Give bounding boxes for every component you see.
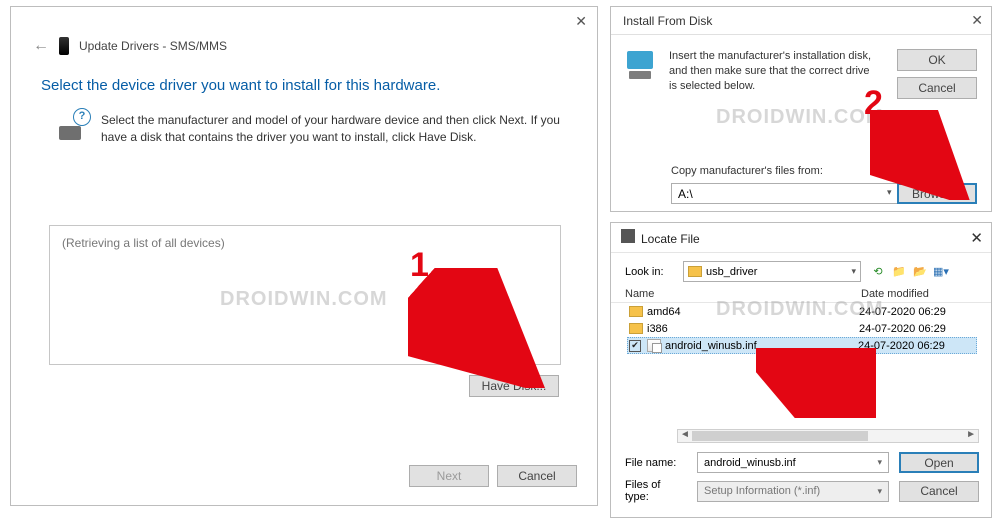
folder-icon [688,266,702,277]
file-date: 24-07-2020 06:29 [858,340,974,352]
copy-from-label: Copy manufacturer's files from: [671,165,823,177]
device-icon [59,37,69,55]
file-date: 24-07-2020 06:29 [859,323,975,335]
back-tool-icon[interactable]: ⟲ [869,263,887,281]
install-from-disk-dialog: Install From Disk ✕ Insert the manufactu… [610,6,992,212]
view-menu-icon[interactable]: ▦▾ [932,263,950,281]
path-input[interactable] [671,183,903,204]
close-icon[interactable]: ✕ [971,12,983,29]
file-name: android_winusb.inf [665,340,854,352]
column-header-name[interactable]: Name [625,288,861,300]
horizontal-scrollbar[interactable] [677,429,979,443]
file-name: i386 [647,323,855,335]
files-of-type-label: Files of type: [625,479,687,503]
locate-file-dialog: Locate File ✕ Look in: usb_driver ▾ ⟲ 📁 … [610,222,992,518]
file-name-input[interactable]: android_winusb.inf ▾ [697,452,889,473]
file-name-value: android_winusb.inf [704,457,796,469]
folder-icon [629,323,643,334]
chevron-down-icon: ▾ [877,486,882,497]
have-disk-button[interactable]: Have Disk... [469,375,559,397]
disk-icon [625,49,657,79]
chevron-down-icon: ▾ [851,266,856,277]
driver-help-icon [59,112,87,140]
files-of-type-value: Setup Information (*.inf) [704,485,820,497]
list-item[interactable]: ✔ android_winusb.inf 24-07-2020 06:29 [627,337,977,354]
look-in-value: usb_driver [706,266,757,278]
device-list: (Retrieving a list of all devices) [49,225,561,365]
cancel-button[interactable]: Cancel [897,77,977,99]
dialog-title: Install From Disk [623,14,712,28]
look-in-combo[interactable]: usb_driver ▾ [683,261,861,282]
list-status-text: (Retrieving a list of all devices) [62,236,548,250]
file-list[interactable]: amd64 24-07-2020 06:29 i386 24-07-2020 0… [611,303,991,387]
up-folder-icon[interactable]: 📁 [890,263,908,281]
cancel-button[interactable]: Cancel [497,465,577,487]
dialog-title: Update Drivers - SMS/MMS [79,39,227,53]
window-icon [621,229,635,243]
file-name-label: File name: [625,457,687,469]
inf-file-icon [647,339,661,352]
back-icon[interactable]: ← [33,37,49,55]
page-heading: Select the device driver you want to ins… [11,55,597,94]
list-item[interactable]: i386 24-07-2020 06:29 [627,320,977,337]
close-icon[interactable]: ✕ [575,13,587,30]
file-date: 24-07-2020 06:29 [859,306,975,318]
list-item[interactable]: amd64 24-07-2020 06:29 [627,303,977,320]
folder-icon [629,306,643,317]
column-header-date[interactable]: Date modified [861,288,977,300]
file-name: amd64 [647,306,855,318]
close-icon[interactable]: ✕ [970,229,983,247]
ok-button[interactable]: OK [897,49,977,71]
cancel-button[interactable]: Cancel [899,481,979,502]
open-button[interactable]: Open [899,452,979,473]
next-button[interactable]: Next [409,465,489,487]
dialog-message: Insert the manufacturer's installation d… [669,49,879,94]
checkbox-icon[interactable]: ✔ [629,340,641,352]
look-in-label: Look in: [625,266,675,278]
chevron-down-icon: ▾ [877,457,882,468]
files-of-type-combo[interactable]: Setup Information (*.inf) ▾ [697,481,889,502]
dialog-title: Locate File [641,232,700,246]
new-folder-icon[interactable]: 📂 [911,263,929,281]
page-description: Select the manufacturer and model of you… [101,112,561,146]
update-drivers-dialog: ✕ ← Update Drivers - SMS/MMS Select the … [10,6,598,506]
browse-button[interactable]: Browse... [897,183,977,204]
